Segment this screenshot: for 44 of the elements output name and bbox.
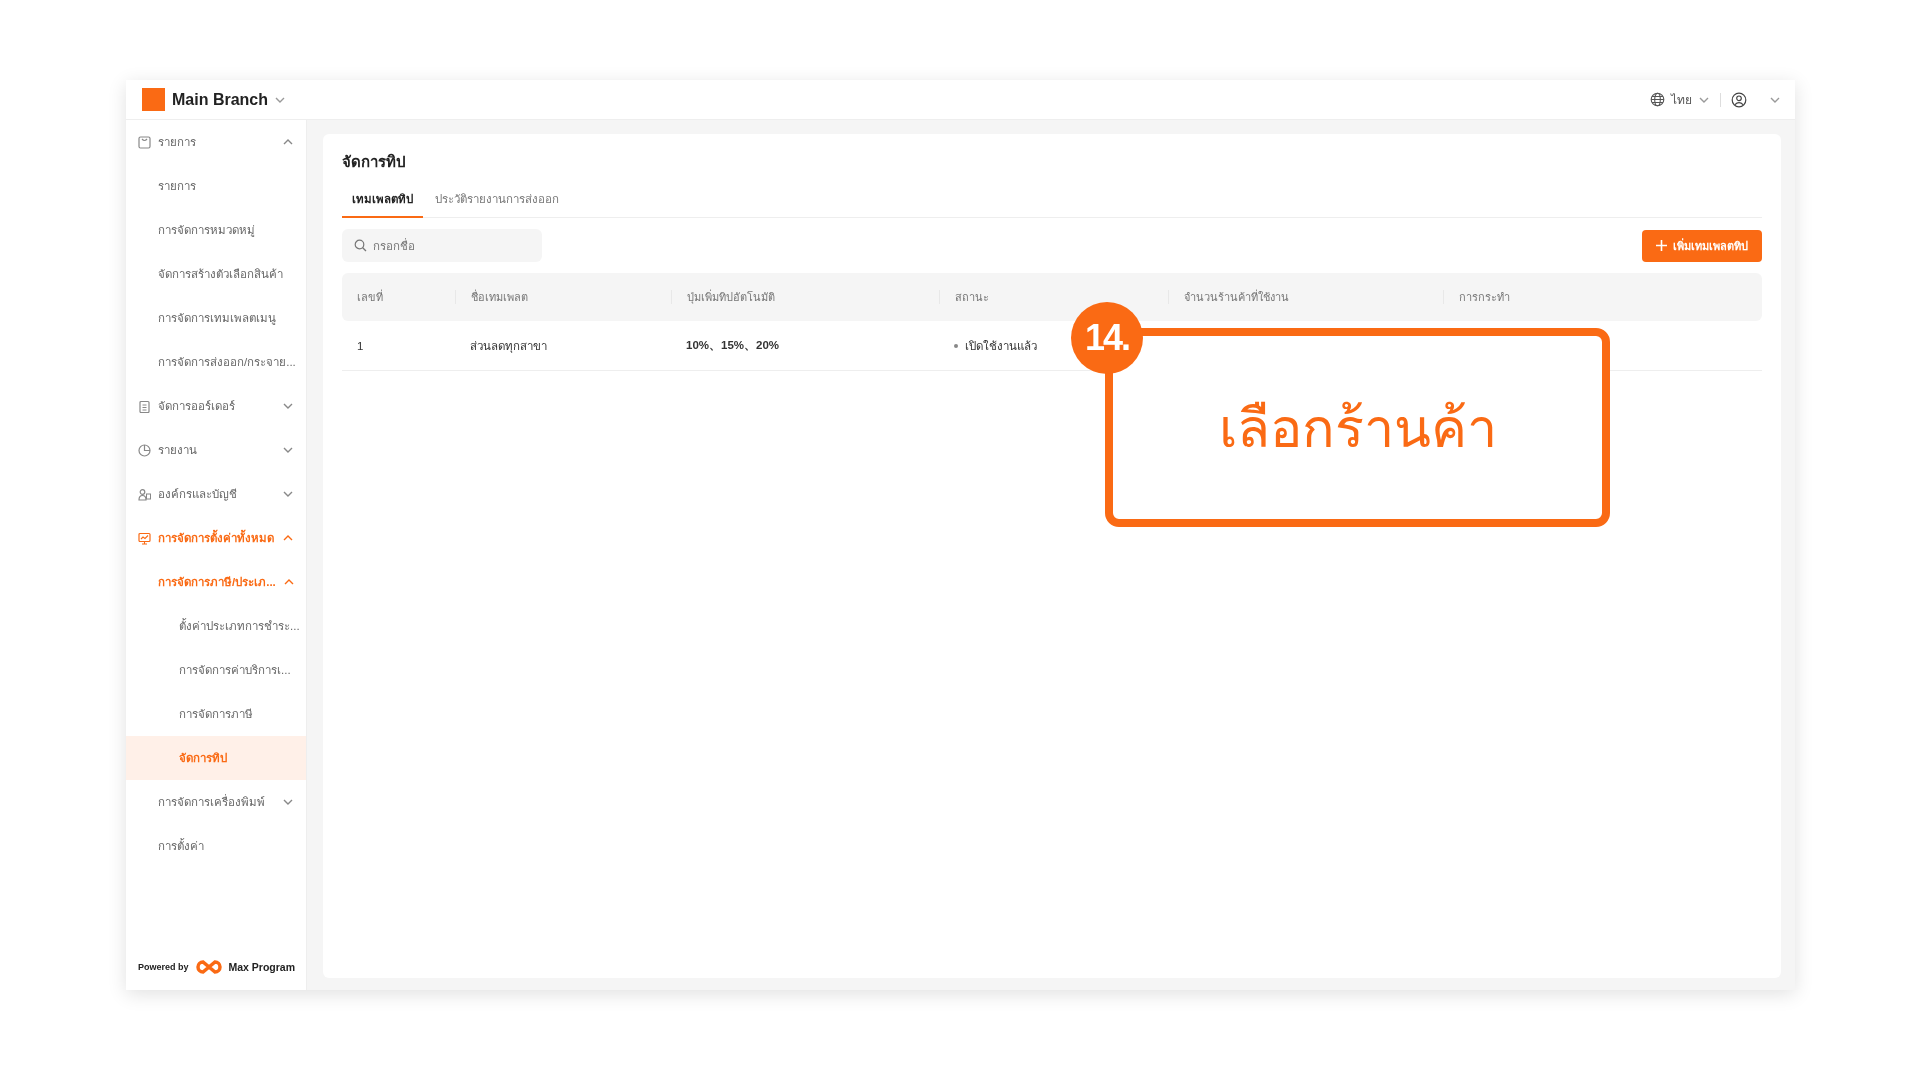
users-icon	[138, 487, 151, 501]
brand-logo-icon	[142, 88, 165, 111]
sidebar-item[interactable]: องค์กรและบัญชี	[126, 472, 306, 516]
pie-chart-icon	[138, 443, 151, 457]
globe-icon[interactable]	[1650, 92, 1665, 107]
tab[interactable]: ประวัติรายงานการส่งออก	[425, 190, 569, 218]
column-header: การกระทำ	[1459, 291, 1510, 303]
status-dot	[954, 343, 958, 348]
sidebar-item[interactable]: การจัดการเทมเพลตเมนู	[126, 296, 306, 340]
sidebar-item[interactable]: จัดการออร์เดอร์	[126, 384, 306, 428]
sidebar-item[interactable]: การตั้งค่า	[126, 824, 306, 868]
user-icon[interactable]	[1731, 91, 1747, 108]
column-header: จำนวนร้านค้าที่ใช้งาน	[1184, 291, 1289, 303]
bag-icon	[138, 135, 151, 149]
page-title: จัดการทิป	[342, 152, 407, 172]
sidebar-item[interactable]: การจัดการภาษี	[126, 692, 306, 736]
sidebar-item[interactable]: รายการ	[126, 120, 306, 164]
sidebar-item[interactable]: การจัดการเครื่องพิมพ์	[126, 780, 306, 824]
callout-text: เลือกร้านค้า	[1218, 396, 1497, 460]
column-header: ปุ่มเพิ่มทิปอัตโนมัติ	[687, 291, 775, 303]
clipboard-icon	[138, 399, 151, 413]
brand-name: Max Program	[228, 961, 296, 973]
column-header: ชื่อเทมเพลต	[471, 291, 528, 303]
sidebar-item[interactable]: การจัดการค่าบริการเ...	[126, 648, 306, 692]
tab[interactable]: เทมเพลตทิป	[342, 190, 423, 218]
table-cell: 10%、15%、20%	[686, 338, 780, 353]
table-cell-text: ส่วนลดทุกสาขา	[470, 338, 547, 355]
branch-selector[interactable]: Main Branch	[172, 90, 286, 109]
sidebar-item[interactable]: การจัดการส่งออก/กระจาย...	[126, 340, 306, 384]
search-field[interactable]: กรอกชื่อ	[342, 229, 542, 262]
monitor-icon	[138, 531, 151, 545]
powered-by-text: Powered by	[138, 962, 189, 972]
sidebar-item[interactable]: จัดการสร้างตัวเลือกสินค้า	[126, 252, 306, 296]
column-header: สถานะ	[955, 291, 989, 303]
sidebar-item[interactable]: รายการ	[126, 164, 306, 208]
infinity-logo-icon	[194, 959, 223, 975]
status-text: เปิดใช้งานแล้ว	[965, 338, 1037, 354]
column-header: เลขที่	[357, 291, 383, 303]
table-cell: 1	[357, 339, 364, 352]
language-selector[interactable]: ไทย	[1665, 90, 1710, 109]
plus-icon	[1656, 240, 1667, 251]
sidebar-item[interactable]: การจัดการหมวดหมู่	[126, 208, 306, 252]
sidebar-item[interactable]: ตั้งค่าประเภทการชำระ...	[126, 604, 306, 648]
sidebar-item[interactable]: รายงาน	[126, 428, 306, 472]
